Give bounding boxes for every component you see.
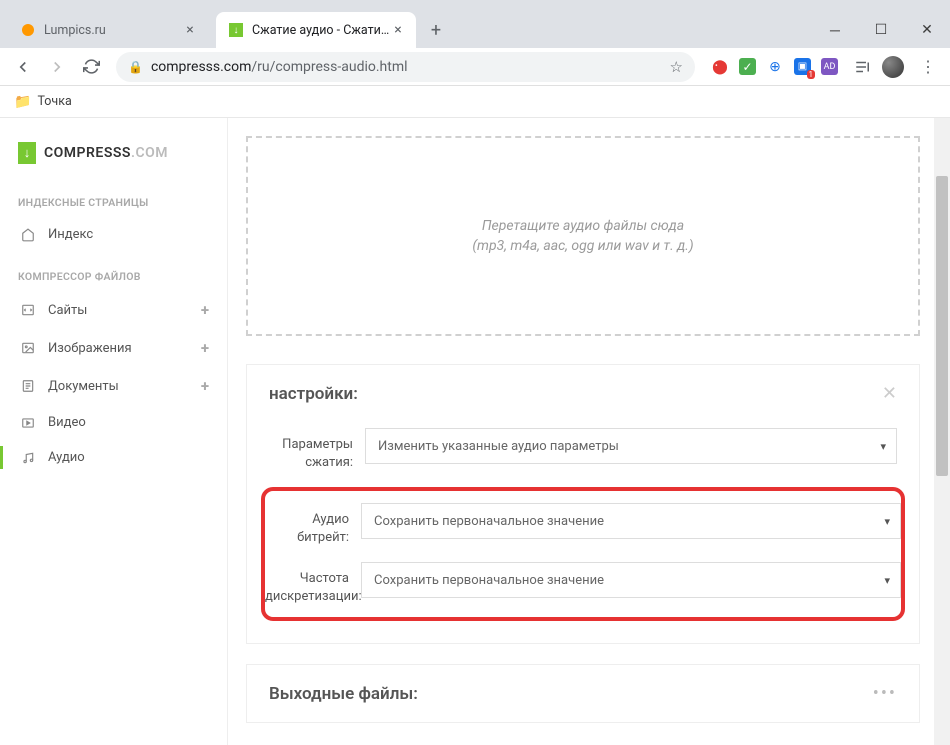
bookmark-item[interactable]: Точка — [37, 94, 71, 109]
logo-text: COMPRESSS.COM — [44, 145, 168, 161]
panel-header: Выходные файлы: ••• — [247, 665, 919, 722]
dropzone-hint: (mp3, m4a, aac, ogg или wav и т. д.) — [472, 238, 693, 254]
favicon-icon: ↓ — [228, 22, 244, 38]
browser-menu-button[interactable]: ⋮ — [914, 53, 942, 81]
minimize-button[interactable]: ─ — [812, 12, 858, 48]
extension-icon[interactable]: AD — [821, 58, 838, 75]
reading-list-icon[interactable] — [854, 58, 872, 76]
sidebar-heading: КОМПРЕССОР ФАЙЛОВ — [0, 262, 227, 291]
video-icon — [18, 416, 38, 430]
address-bar[interactable]: 🔒 compresss.com/ru/compress-audio.html ☆ — [116, 52, 695, 82]
extension-icon[interactable]: ⊕ — [766, 58, 784, 76]
expand-icon[interactable]: + — [201, 377, 209, 395]
page-content: ↓ COMPRESSS.COM ИНДЕКСНЫЕ СТРАНИЦЫ Индек… — [0, 118, 950, 745]
bookmarks-bar: 📁 Точка — [0, 86, 950, 118]
sidebar-item-sites[interactable]: Сайты + — [0, 291, 227, 329]
panel-title: Выходные файлы: — [269, 684, 418, 704]
new-tab-button[interactable]: + — [422, 16, 450, 44]
extension-icon[interactable]: ▣1 — [794, 58, 811, 75]
image-icon — [18, 341, 38, 355]
folder-icon: 📁 — [14, 94, 31, 110]
home-icon — [18, 228, 38, 242]
sidebar: ↓ COMPRESSS.COM ИНДЕКСНЫЕ СТРАНИЦЫ Индек… — [0, 118, 228, 745]
scrollbar-track[interactable] — [934, 118, 950, 745]
close-button[interactable]: ✕ — [904, 12, 950, 48]
panel-more-icon[interactable]: ••• — [873, 683, 897, 704]
document-icon — [18, 379, 38, 393]
panel-close-icon[interactable]: ✕ — [882, 383, 897, 404]
expand-icon[interactable]: + — [201, 301, 209, 319]
sidebar-item-audio[interactable]: Аудио — [0, 440, 227, 475]
setting-label: Аудио битрейт: — [265, 503, 361, 546]
setting-row-samplerate: Частота дискретизации: Сохранить первона… — [265, 562, 901, 605]
window-controls: ─ ☐ ✕ — [812, 12, 950, 48]
window-titlebar: Lumpics.ru × ↓ Сжатие аудио - Сжатие фай… — [0, 0, 950, 48]
output-panel: Выходные файлы: ••• — [246, 664, 920, 723]
panel-body: Параметры сжатия: Изменить указанные ауд… — [247, 422, 919, 643]
file-dropzone[interactable]: Перетащите аудио файлы сюда (mp3, m4a, a… — [246, 136, 920, 336]
browser-toolbar: 🔒 compresss.com/ru/compress-audio.html ☆… — [0, 48, 950, 86]
settings-panel: настройки: ✕ Параметры сжатия: Изменить … — [246, 364, 920, 644]
sidebar-item-label: Индекс — [48, 227, 93, 242]
setting-label: Частота дискретизации: — [265, 562, 361, 605]
close-icon[interactable]: × — [182, 22, 198, 38]
site-logo[interactable]: ↓ COMPRESSS.COM — [0, 142, 227, 188]
code-icon — [18, 303, 38, 317]
main-content: Перетащите аудио файлы сюда (mp3, m4a, a… — [228, 118, 950, 745]
sidebar-item-label: Изображения — [48, 341, 132, 356]
extension-icon[interactable]: ✓ — [739, 58, 756, 75]
panel-title: настройки: — [269, 384, 358, 404]
sidebar-heading: ИНДЕКСНЫЕ СТРАНИЦЫ — [0, 188, 227, 217]
maximize-button[interactable]: ☐ — [858, 12, 904, 48]
sidebar-item-label: Сайты — [48, 303, 87, 318]
favicon-icon — [20, 22, 36, 38]
browser-tab-inactive[interactable]: Lumpics.ru × — [8, 12, 208, 48]
tab-title: Сжатие аудио - Сжатие файлов — [252, 23, 390, 38]
lock-icon: 🔒 — [128, 60, 143, 74]
samplerate-select[interactable]: Сохранить первоначальное значение — [361, 562, 901, 598]
audio-icon — [18, 451, 38, 465]
sidebar-item-label: Аудио — [48, 450, 85, 465]
panel-header: настройки: ✕ — [247, 365, 919, 422]
back-button[interactable] — [8, 52, 38, 82]
profile-avatar[interactable] — [882, 56, 904, 78]
scrollbar-thumb[interactable] — [936, 176, 948, 476]
sidebar-item-images[interactable]: Изображения + — [0, 329, 227, 367]
reload-button[interactable] — [76, 52, 106, 82]
extension-icon[interactable]: ⬤• — [711, 58, 729, 76]
sidebar-item-video[interactable]: Видео — [0, 405, 227, 440]
extensions-area: ⬤• ✓ ⊕ ▣1 AD — [705, 56, 910, 78]
highlighted-settings: Аудио битрейт: Сохранить первоначальное … — [261, 487, 905, 621]
expand-icon[interactable]: + — [201, 339, 209, 357]
sidebar-item-label: Документы — [48, 379, 119, 394]
setting-row-bitrate: Аудио битрейт: Сохранить первоначальное … — [265, 503, 901, 546]
browser-tab-active[interactable]: ↓ Сжатие аудио - Сжатие файлов × — [216, 12, 416, 48]
url-text: compresss.com/ru/compress-audio.html — [151, 59, 408, 75]
compression-params-select[interactable]: Изменить указанные аудио параметры — [365, 428, 897, 464]
tab-title: Lumpics.ru — [44, 23, 182, 38]
dropzone-text: Перетащите аудио файлы сюда — [482, 218, 684, 234]
forward-button[interactable] — [42, 52, 72, 82]
bitrate-select[interactable]: Сохранить первоначальное значение — [361, 503, 901, 539]
setting-label: Параметры сжатия: — [269, 428, 365, 471]
close-icon[interactable]: × — [390, 22, 406, 38]
bookmark-star-icon[interactable]: ☆ — [670, 58, 683, 76]
sidebar-item-label: Видео — [48, 415, 86, 430]
logo-icon: ↓ — [18, 142, 36, 164]
setting-row-compression: Параметры сжатия: Изменить указанные ауд… — [269, 428, 897, 471]
sidebar-item-documents[interactable]: Документы + — [0, 367, 227, 405]
sidebar-item-index[interactable]: Индекс — [0, 217, 227, 252]
